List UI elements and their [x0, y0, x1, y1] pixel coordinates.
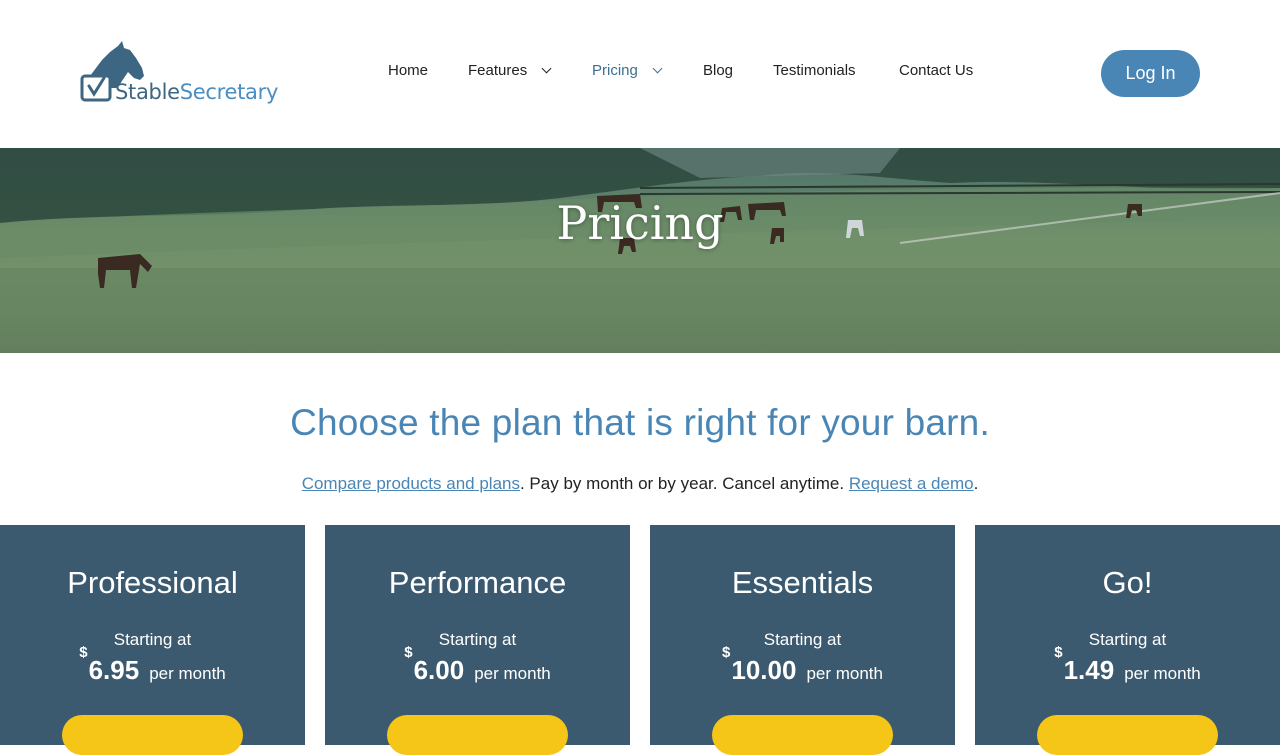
nav-testimonials[interactable]: Testimonials [773, 62, 856, 79]
site-header: StableSecretary Home Features Pricing Bl… [0, 0, 1280, 148]
plan-starting-label: Starting at [113, 630, 192, 649]
chevron-down-icon [652, 63, 663, 73]
plan-card-performance: Performance Starting at $6.00 per month [325, 525, 630, 755]
plan-card-professional: Professional Starting at $6.95 per month [0, 525, 305, 755]
plans-subline: Compare products and plans. Pay by month… [0, 474, 1280, 494]
plan-name: Essentials [731, 565, 874, 600]
nav-pricing[interactable]: Pricing [592, 62, 663, 79]
plan-cta-button[interactable] [712, 715, 893, 755]
nav-contact-us[interactable]: Contact Us [899, 62, 973, 79]
nav-contact-us-label: Contact Us [899, 62, 974, 79]
plan-starting-label: Starting at [763, 630, 842, 649]
price-period: per month [149, 664, 226, 683]
subline-middle-text: . Pay by month or by year. Cancel anytim… [519, 474, 849, 493]
login-button[interactable]: Log In [1101, 50, 1200, 97]
request-demo-link[interactable]: Request a demo [849, 474, 974, 493]
price-period: per month [474, 664, 551, 683]
plan-starting-label: Starting at [1088, 630, 1167, 649]
price-currency: $ [1054, 644, 1063, 662]
nav-testimonials-label: Testimonials [773, 62, 856, 79]
nav-features-label: Features [468, 62, 528, 79]
plan-price: $6.00 per month [325, 644, 630, 686]
nav-features[interactable]: Features [468, 62, 552, 79]
plan-name: Professional [67, 565, 238, 600]
nav-home-label: Home [388, 62, 429, 79]
plan-card-go: Go! Starting at $1.49 per month [975, 525, 1280, 755]
subline-end-text: . [973, 474, 979, 493]
plan-starting-label: Starting at [438, 630, 517, 649]
main-nav: Home Features Pricing Blog Testimonials … [0, 62, 1280, 86]
plan-cta-button[interactable] [62, 715, 243, 755]
price-currency: $ [404, 644, 413, 662]
nav-blog[interactable]: Blog [703, 62, 733, 79]
price-currency: $ [722, 644, 731, 662]
price-currency: $ [79, 644, 88, 662]
page-title: Pricing [556, 196, 724, 250]
price-value: 10.00 [731, 655, 797, 685]
price-period: per month [1124, 664, 1201, 683]
hero-banner: Pricing [0, 148, 1280, 353]
plan-name: Go! [1102, 565, 1153, 600]
nav-pricing-label: Pricing [592, 62, 638, 79]
nav-blog-label: Blog [703, 62, 734, 79]
price-value: 1.49 [1063, 655, 1115, 685]
price-value: 6.95 [88, 655, 140, 685]
pasture-background-image [0, 148, 1280, 353]
plans-headline: Choose the plan that is right for your b… [290, 402, 990, 443]
plan-price: $10.00 per month [650, 644, 955, 686]
price-period: per month [806, 664, 883, 683]
compare-plans-link[interactable]: Compare products and plans [302, 474, 520, 493]
plan-cta-button[interactable] [1037, 715, 1218, 755]
plan-price: $1.49 per month [975, 644, 1280, 686]
plan-price: $6.95 per month [0, 644, 305, 686]
plan-name: Performance [388, 565, 567, 600]
nav-home[interactable]: Home [388, 62, 428, 79]
plan-card-essentials: Essentials Starting at $10.00 per month [650, 525, 955, 755]
chevron-down-icon [541, 63, 552, 73]
price-value: 6.00 [413, 655, 465, 685]
plan-cta-button[interactable] [387, 715, 568, 755]
